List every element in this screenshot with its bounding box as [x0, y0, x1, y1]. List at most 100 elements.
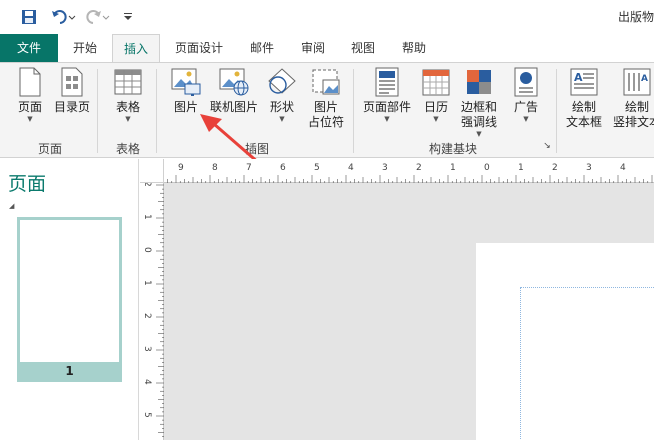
ruler-label: 7 — [246, 163, 252, 173]
vertical-text-icon: A — [622, 67, 652, 97]
advertisements-label: 广告 — [513, 100, 538, 114]
ruler-corner — [140, 159, 164, 183]
table-icon — [113, 67, 143, 97]
group-pages-label: 页面 — [37, 142, 62, 156]
page-button-label: 页面 — [17, 100, 42, 114]
pages-pane-title: 页面 — [8, 173, 47, 195]
online-pictures-button[interactable]: 联机图片 — [208, 67, 260, 115]
picture-placeholder-button[interactable]: 图片 占位符 — [304, 67, 348, 130]
svg-text:A: A — [574, 71, 583, 84]
horizontal-ruler[interactable]: 9 8 7 6 5 4 3 2 1 0 1 2 3 4 — [141, 159, 654, 183]
picture-placeholder-label: 图片 占位符 — [307, 100, 344, 129]
group-divider — [97, 69, 98, 153]
collapse-triangle-icon[interactable]: ◢ — [9, 202, 14, 210]
chevron-down-icon: ▼ — [476, 130, 482, 138]
ruler-label: 1 — [450, 163, 456, 173]
chevron-down-icon: ▼ — [433, 115, 439, 123]
ruler-label: 3 — [142, 346, 152, 352]
calendar-icon — [421, 67, 451, 97]
ruler-label: 0 — [142, 247, 152, 253]
online-pictures-label: 联机图片 — [209, 100, 258, 114]
tab-insert[interactable]: 插入 — [112, 34, 160, 62]
chevron-down-icon — [124, 13, 132, 20]
shapes-button-label: 形状 — [269, 100, 294, 114]
picture-button[interactable]: 图片 — [166, 67, 206, 115]
advertisements-button[interactable]: 广告 ▼ — [506, 67, 546, 124]
ruler-label: 5 — [142, 412, 152, 418]
tab-review[interactable]: 审阅 — [289, 34, 337, 62]
chevron-down-icon: ▼ — [27, 115, 33, 123]
ribbon-tab-bar: 文件 开始 插入 页面设计 邮件 审阅 视图 帮助 — [0, 34, 654, 62]
ruler-label: 2 — [552, 163, 558, 173]
ruler-label: 0 — [484, 163, 490, 173]
draw-text-box-button[interactable]: A 绘制 文本框 — [562, 67, 606, 130]
borders-accents-label: 边框和 强调线 — [460, 100, 497, 129]
chevron-down-icon: ▼ — [523, 115, 529, 123]
shapes-button[interactable]: 形状 ▼ — [262, 67, 302, 124]
catalog-page-icon — [57, 67, 87, 97]
page-button[interactable]: 页面 ▼ — [10, 67, 50, 124]
draw-vertical-text-label: 绘制竖排文本 — [612, 100, 654, 129]
group-table-label: 表格 — [115, 142, 140, 156]
catalog-page-button[interactable]: 目录页 — [52, 67, 92, 115]
customize-toolbar-button[interactable] — [120, 7, 136, 27]
tab-home[interactable]: 开始 — [60, 34, 110, 62]
ruler-label: 4 — [348, 163, 354, 173]
page-thumbnail-paper — [20, 220, 119, 362]
undo-icon — [52, 10, 76, 24]
text-box-icon: A — [569, 67, 599, 97]
online-pictures-icon — [219, 67, 249, 97]
catalog-page-label: 目录页 — [53, 100, 90, 114]
workspace-canvas[interactable] — [164, 183, 654, 440]
ruler-label: 8 — [212, 163, 218, 173]
group-divider — [353, 69, 354, 153]
chevron-down-icon: ▼ — [125, 115, 131, 123]
shapes-icon — [267, 67, 297, 97]
svg-text:A: A — [641, 74, 648, 84]
draw-vertical-text-button[interactable]: A 绘制竖排文本 — [612, 67, 654, 130]
table-button[interactable]: 表格 ▼ — [106, 67, 150, 124]
ruler-label: 2 — [142, 313, 152, 319]
page-parts-button[interactable]: 页面部件 ▼ — [360, 67, 414, 124]
draw-text-box-label: 绘制 文本框 — [565, 100, 602, 129]
chevron-down-icon: ▼ — [384, 115, 390, 123]
group-divider — [556, 69, 557, 153]
page-icon — [15, 67, 45, 97]
picture-placeholder-icon — [311, 67, 341, 97]
group-divider — [156, 69, 157, 153]
ruler-label: 1 — [142, 214, 152, 220]
ruler-label: 2 — [416, 163, 422, 173]
borders-accents-icon — [464, 67, 494, 97]
picture-button-label: 图片 — [173, 100, 198, 114]
dialog-launcher-icon[interactable]: ↘ — [540, 141, 554, 151]
page-thumbnail-1[interactable]: 1 — [17, 217, 122, 382]
save-icon[interactable] — [18, 7, 40, 27]
redo-icon — [86, 10, 110, 24]
page-margin-guide — [520, 287, 654, 440]
ruler-label: 6 — [280, 163, 286, 173]
ruler-label: 9 — [178, 163, 184, 173]
ruler-label: 3 — [586, 163, 592, 173]
ruler-label: 3 — [382, 163, 388, 173]
tab-view[interactable]: 视图 — [339, 34, 387, 62]
tab-page-design[interactable]: 页面设计 — [163, 34, 235, 62]
tab-mailings[interactable]: 邮件 — [238, 34, 286, 62]
undo-button[interactable] — [50, 7, 78, 27]
quick-access-toolbar: 出版物 — [0, 0, 654, 34]
redo-button[interactable] — [84, 7, 112, 27]
vertical-ruler[interactable]: 2 1 0 1 2 3 4 5 — [140, 181, 164, 440]
ruler-label: 2 — [142, 183, 152, 187]
ruler-label: 1 — [142, 280, 152, 286]
publication-page[interactable] — [476, 243, 654, 440]
window-title: 出版物 — [617, 10, 654, 24]
ruler-label: 5 — [314, 163, 320, 173]
borders-accents-button[interactable]: 边框和 强调线 ▼ — [456, 67, 502, 139]
tab-help[interactable]: 帮助 — [390, 34, 438, 62]
advertisement-icon — [511, 67, 541, 97]
calendar-button[interactable]: 日历 ▼ — [416, 67, 456, 124]
tab-file[interactable]: 文件 — [0, 34, 58, 62]
ruler-label: 1 — [518, 163, 524, 173]
chevron-down-icon: ▼ — [279, 115, 285, 123]
ruler-label: 4 — [142, 379, 152, 385]
ruler-label: 4 — [620, 163, 626, 173]
